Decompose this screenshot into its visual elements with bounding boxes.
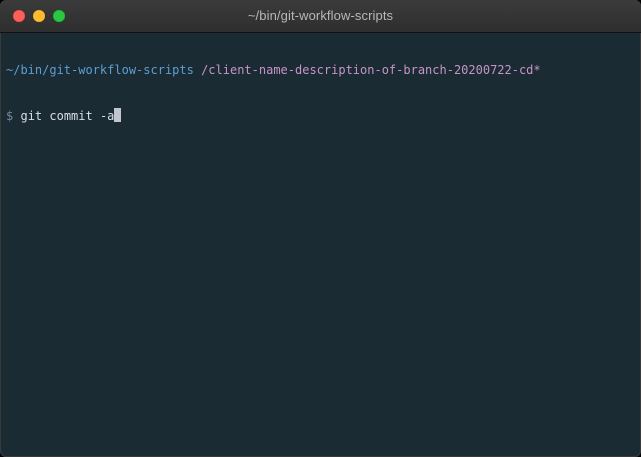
title-bar[interactable]: ~/bin/git-workflow-scripts — [0, 0, 641, 33]
window-title: ~/bin/git-workflow-scripts — [247, 8, 394, 23]
terminal-output[interactable]: ~/bin/git-workflow-scripts /client-name-… — [6, 33, 635, 153]
terminal-window: ~/bin/git-workflow-scripts ~/bin/git-wor… — [0, 0, 641, 457]
prompt-line: ~/bin/git-workflow-scripts /client-name-… — [6, 63, 635, 78]
text-cursor — [114, 108, 122, 122]
prompt-branch: /client-name-description-of-branch-20200… — [201, 63, 541, 77]
prompt-path: ~/bin/git-workflow-scripts — [6, 63, 194, 77]
prompt-symbol: $ — [6, 109, 14, 123]
command-input[interactable]: git commit -a — [20, 109, 114, 123]
command-line[interactable]: $ git commit -a — [6, 108, 635, 123]
